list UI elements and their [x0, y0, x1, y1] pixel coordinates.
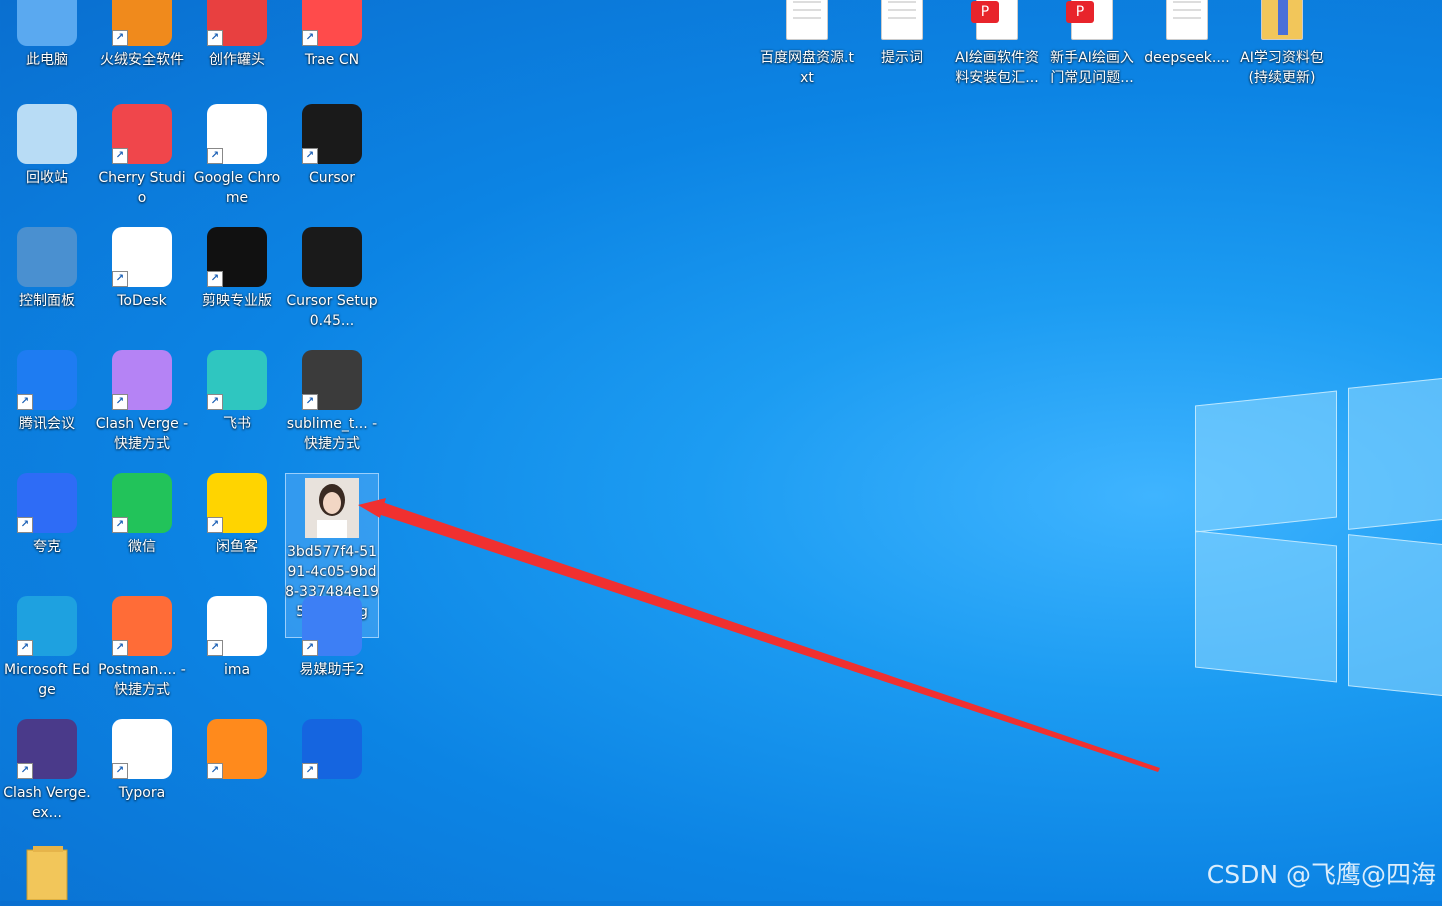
- csdn-watermark: CSDN @飞鹰@四海: [1206, 860, 1436, 889]
- annotation-arrow: [358, 498, 1160, 772]
